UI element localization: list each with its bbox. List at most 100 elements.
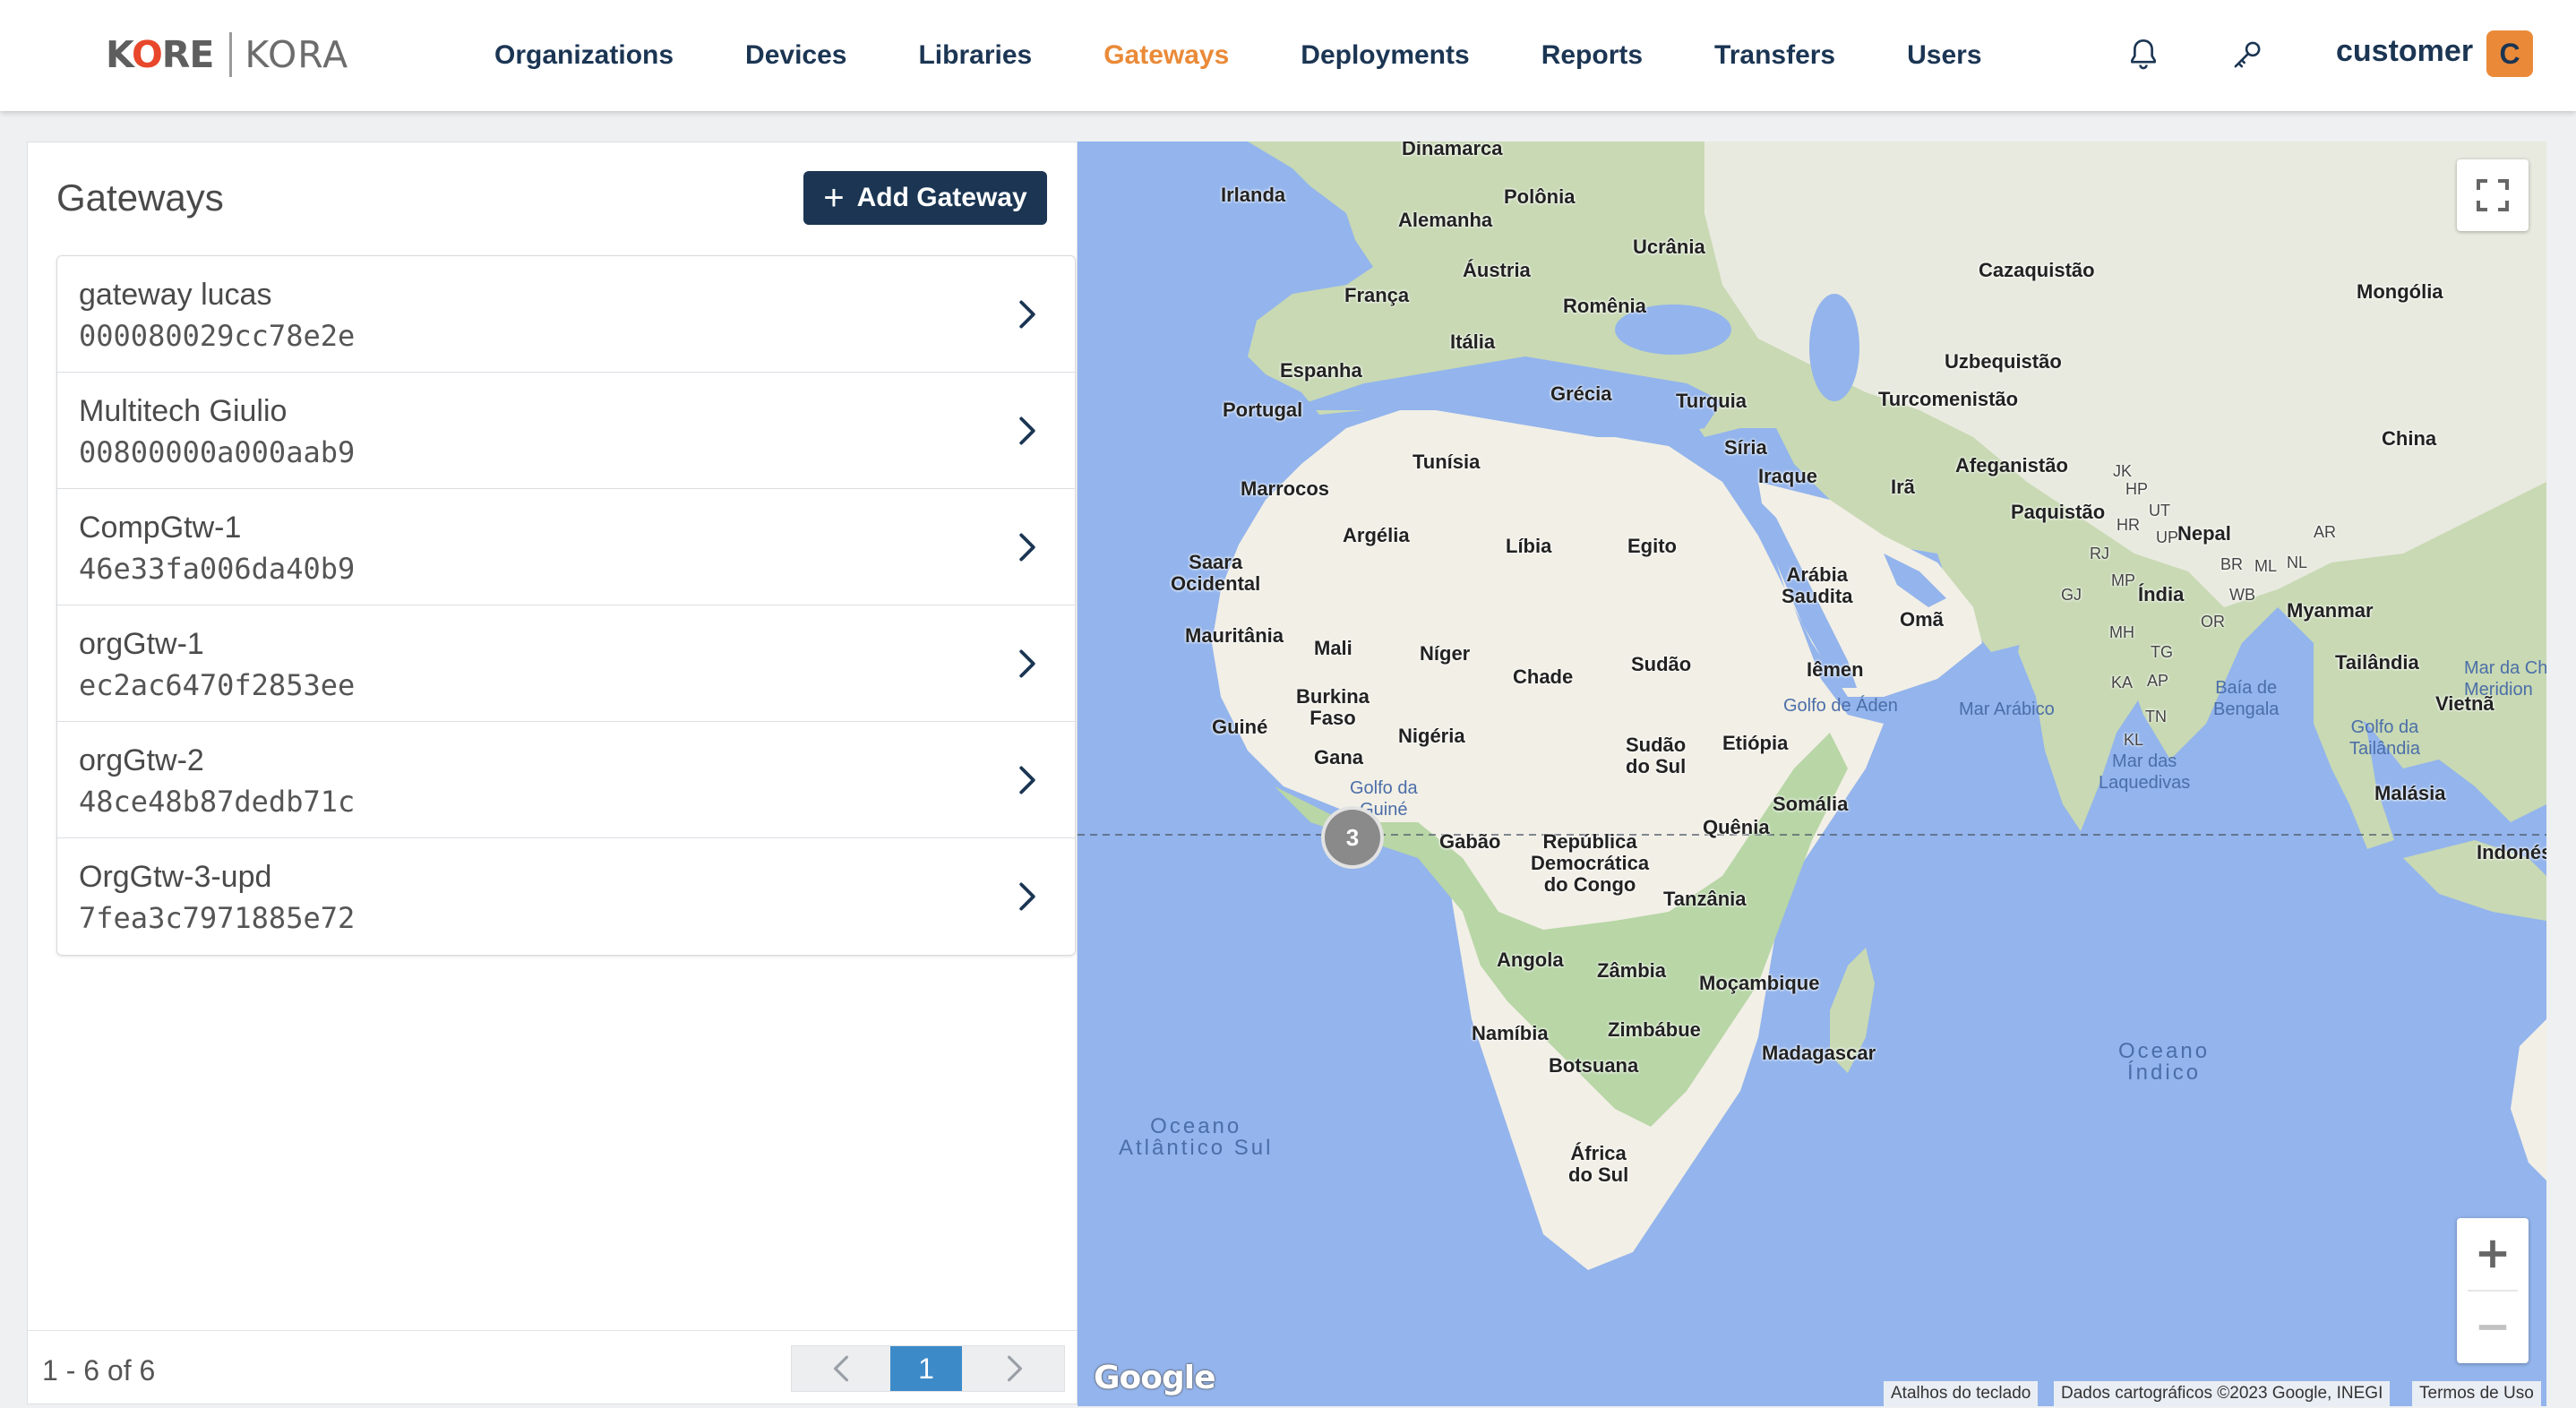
gateway-row[interactable]: OrgGtw-3-upd 7fea3c7971885e72 [57, 838, 1075, 955]
map-label: Sudão [1631, 653, 1692, 675]
map-label: Gana [1314, 746, 1364, 768]
gateway-eui: 48ce48b87dedb71c [79, 785, 356, 819]
gateway-row[interactable]: Multitech Giulio 00800000a000aab9 [57, 373, 1075, 489]
kore-kora-logo[interactable]: KORE KORA [106, 30, 348, 79]
gateways-panel: Gateways + Add Gateway gateway lucas 000… [27, 142, 1078, 1404]
nav-transfers[interactable]: Transfers [1714, 40, 1835, 71]
map-label: Etiópia [1722, 732, 1789, 754]
map-label: Nigéria [1398, 725, 1465, 747]
map-state-label: NL [2287, 554, 2308, 571]
map-label: Síria [1724, 436, 1767, 459]
map-label: Egito [1627, 535, 1677, 557]
gateway-name: gateway lucas [79, 278, 272, 312]
previous-page-button[interactable] [792, 1346, 890, 1391]
map-label: Afeganistão [1955, 454, 2068, 476]
gateway-name: Multitech Giulio [79, 394, 288, 428]
map-label: Nepal [2177, 522, 2231, 545]
map-label: África do Sul [1568, 1142, 1629, 1186]
map-state-label: AP [2147, 672, 2169, 690]
gateway-cluster-marker[interactable]: 3 [1321, 806, 1384, 869]
gateway-eui: ec2ac6470f2853ee [79, 668, 356, 702]
gateway-row[interactable]: orgGtw-1 ec2ac6470f2853ee [57, 605, 1075, 722]
map-label: Omã [1900, 608, 1944, 631]
map-label: Zimbábue [1608, 1018, 1701, 1041]
gateway-row[interactable]: orgGtw-2 48ce48b87dedb71c [57, 722, 1075, 838]
gateway-eui: 00800000a000aab9 [79, 435, 356, 469]
gateway-eui: 7fea3c7971885e72 [79, 901, 356, 935]
nav-organizations[interactable]: Organizations [494, 40, 674, 71]
map-state-label: HP [2125, 480, 2149, 498]
map-water-label: Mar Arábico [1959, 700, 2055, 719]
map-label: Myanmar [2287, 599, 2374, 622]
map-water-label: Golfo da Tailândia [2349, 717, 2420, 759]
map-label: Paquistão [2011, 501, 2106, 523]
nav-reports[interactable]: Reports [1541, 40, 1643, 71]
gateway-name: OrgGtw-3-upd [79, 860, 272, 894]
user-avatar[interactable]: C [2486, 30, 2533, 77]
bell-icon[interactable] [2125, 36, 2162, 73]
map-label: Argélia [1343, 524, 1410, 546]
zoom-in-button[interactable] [2457, 1218, 2529, 1290]
map-label: Mongólia [2357, 280, 2443, 303]
page-title: Gateways [56, 176, 224, 219]
map-state-label: OR [2201, 613, 2225, 631]
map-state-label: HR [2117, 516, 2140, 534]
chevron-right-icon [1019, 300, 1035, 329]
map-label: Tunísia [1413, 451, 1481, 473]
nav-deployments[interactable]: Deployments [1301, 40, 1469, 71]
map-label: Irlanda [1221, 184, 1286, 206]
map-base-layer [1078, 142, 2546, 1270]
minus-icon [2478, 1325, 2507, 1330]
top-navigation-bar: KORE KORA Organizations Devices Librarie… [0, 0, 2576, 111]
fullscreen-button[interactable] [2457, 159, 2529, 231]
map-state-label: UT [2149, 502, 2170, 519]
google-logo: Google [1094, 1360, 1216, 1396]
gateway-map[interactable]: Dinamarca Irlanda Alemanha Polônia Ucrân… [1078, 142, 2546, 1406]
australia-edge [2511, 1019, 2546, 1180]
plus-icon [2478, 1240, 2507, 1268]
map-label: Marrocos [1241, 477, 1330, 500]
add-gateway-button[interactable]: + Add Gateway [803, 171, 1047, 225]
gateway-row[interactable]: CompGtw-1 46e33fa006da40b9 [57, 489, 1075, 605]
map-state-label: MP [2111, 571, 2135, 589]
key-icon[interactable] [2228, 36, 2266, 73]
map-label: Quênia [1703, 816, 1770, 838]
map-label: Turquia [1676, 390, 1747, 412]
map-state-label: BR [2220, 555, 2244, 573]
gateway-row[interactable]: gateway lucas 000080029cc78e2e [57, 256, 1075, 373]
terms-of-use-link[interactable]: Termos de Uso [2412, 1381, 2541, 1406]
keyboard-shortcuts-link[interactable]: Atalhos do teclado [1884, 1381, 2039, 1406]
nav-libraries[interactable]: Libraries [918, 40, 1032, 71]
nav-users[interactable]: Users [1907, 40, 1981, 71]
current-page-button[interactable]: 1 [890, 1346, 962, 1391]
nav-devices[interactable]: Devices [745, 40, 846, 71]
map-state-label: WB [2229, 586, 2255, 604]
ocean-label: Oceano Índico [2118, 1039, 2211, 1085]
map-label: Níger [1420, 642, 1471, 665]
nav-gateways[interactable]: Gateways [1103, 40, 1229, 71]
map-state-label: ML [2254, 557, 2278, 575]
map-label: Espanha [1280, 359, 1362, 382]
map-label: Turcomenistão [1878, 388, 2019, 410]
user-name[interactable]: customer [2336, 34, 2473, 69]
map-label: Indonés [2477, 841, 2546, 863]
map-state-label: TG [2151, 643, 2173, 661]
chevron-right-icon [1019, 766, 1035, 794]
logo-brand: KORE [106, 33, 214, 76]
map-label: Malásia [2374, 782, 2446, 804]
ocean-label: Oceano Atlântico Sul [1119, 1114, 1274, 1160]
zoom-out-button[interactable] [2457, 1292, 2529, 1363]
chevron-right-icon [1008, 1355, 1022, 1382]
map-label: Zâmbia [1597, 959, 1667, 982]
map-label: Madagascar [1762, 1042, 1876, 1064]
map-state-label: AR [2314, 523, 2337, 541]
map-state-label: KA [2111, 674, 2134, 691]
map-label: Gabão [1439, 830, 1501, 853]
next-page-button[interactable] [966, 1346, 1064, 1391]
gateway-name: orgGtw-2 [79, 743, 204, 777]
map-label: Angola [1497, 949, 1564, 971]
gateway-name: CompGtw-1 [79, 511, 242, 545]
map-label: Itália [1450, 331, 1496, 353]
map-state-label: RJ [2090, 545, 2109, 562]
map-label: França [1344, 284, 1410, 306]
